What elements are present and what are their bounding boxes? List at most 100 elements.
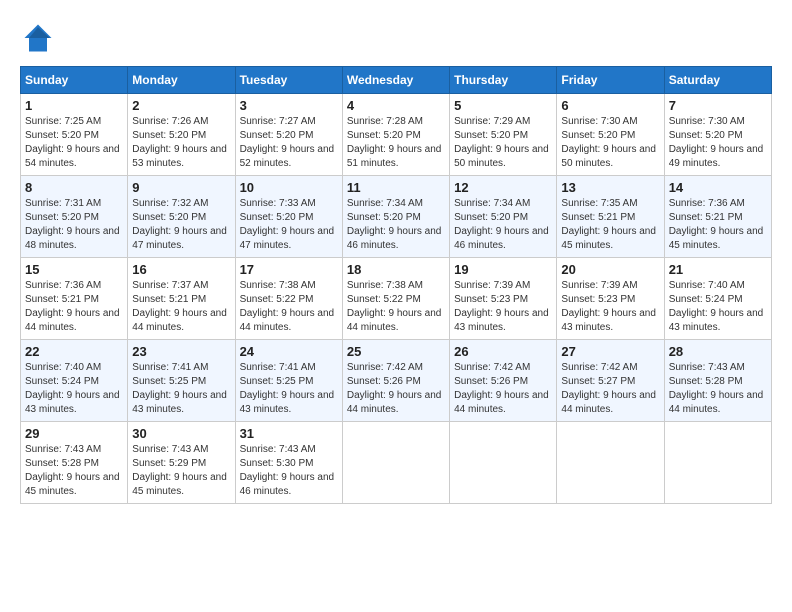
- day-info: Sunrise: 7:26 AM Sunset: 5:20 PM Dayligh…: [132, 115, 230, 171]
- calendar-body: 1 Sunrise: 7:25 AM Sunset: 5:20 PM Dayli…: [21, 94, 772, 504]
- weekday-sunday: Sunday: [21, 67, 128, 94]
- weekday-monday: Monday: [128, 67, 235, 94]
- calendar-cell: 22 Sunrise: 7:40 AM Sunset: 5:24 PM Dayl…: [21, 340, 128, 422]
- logo: [20, 20, 60, 56]
- calendar-cell: 27 Sunrise: 7:42 AM Sunset: 5:27 PM Dayl…: [557, 340, 664, 422]
- day-info: Sunrise: 7:30 AM Sunset: 5:20 PM Dayligh…: [669, 115, 767, 171]
- day-info: Sunrise: 7:34 AM Sunset: 5:20 PM Dayligh…: [454, 197, 552, 253]
- calendar-cell: 21 Sunrise: 7:40 AM Sunset: 5:24 PM Dayl…: [664, 258, 771, 340]
- day-info: Sunrise: 7:25 AM Sunset: 5:20 PM Dayligh…: [25, 115, 123, 171]
- day-info: Sunrise: 7:41 AM Sunset: 5:25 PM Dayligh…: [132, 361, 230, 417]
- calendar-cell: 30 Sunrise: 7:43 AM Sunset: 5:29 PM Dayl…: [128, 422, 235, 504]
- week-row-1: 1 Sunrise: 7:25 AM Sunset: 5:20 PM Dayli…: [21, 94, 772, 176]
- day-number: 9: [132, 180, 230, 195]
- weekday-tuesday: Tuesday: [235, 67, 342, 94]
- day-number: 29: [25, 426, 123, 441]
- calendar-cell: [450, 422, 557, 504]
- calendar-cell: 24 Sunrise: 7:41 AM Sunset: 5:25 PM Dayl…: [235, 340, 342, 422]
- day-info: Sunrise: 7:34 AM Sunset: 5:20 PM Dayligh…: [347, 197, 445, 253]
- day-info: Sunrise: 7:28 AM Sunset: 5:20 PM Dayligh…: [347, 115, 445, 171]
- day-number: 24: [240, 344, 338, 359]
- calendar-cell: 25 Sunrise: 7:42 AM Sunset: 5:26 PM Dayl…: [342, 340, 449, 422]
- weekday-friday: Friday: [557, 67, 664, 94]
- day-number: 14: [669, 180, 767, 195]
- day-info: Sunrise: 7:40 AM Sunset: 5:24 PM Dayligh…: [25, 361, 123, 417]
- calendar-cell: 9 Sunrise: 7:32 AM Sunset: 5:20 PM Dayli…: [128, 176, 235, 258]
- day-number: 19: [454, 262, 552, 277]
- calendar-cell: 17 Sunrise: 7:38 AM Sunset: 5:22 PM Dayl…: [235, 258, 342, 340]
- day-number: 1: [25, 98, 123, 113]
- day-number: 26: [454, 344, 552, 359]
- calendar-cell: 2 Sunrise: 7:26 AM Sunset: 5:20 PM Dayli…: [128, 94, 235, 176]
- day-info: Sunrise: 7:43 AM Sunset: 5:28 PM Dayligh…: [669, 361, 767, 417]
- day-number: 10: [240, 180, 338, 195]
- day-number: 25: [347, 344, 445, 359]
- day-number: 12: [454, 180, 552, 195]
- calendar-cell: 10 Sunrise: 7:33 AM Sunset: 5:20 PM Dayl…: [235, 176, 342, 258]
- day-number: 5: [454, 98, 552, 113]
- day-info: Sunrise: 7:30 AM Sunset: 5:20 PM Dayligh…: [561, 115, 659, 171]
- calendar-cell: [664, 422, 771, 504]
- calendar-cell: 15 Sunrise: 7:36 AM Sunset: 5:21 PM Dayl…: [21, 258, 128, 340]
- day-number: 3: [240, 98, 338, 113]
- week-row-2: 8 Sunrise: 7:31 AM Sunset: 5:20 PM Dayli…: [21, 176, 772, 258]
- day-info: Sunrise: 7:39 AM Sunset: 5:23 PM Dayligh…: [561, 279, 659, 335]
- day-number: 18: [347, 262, 445, 277]
- weekday-saturday: Saturday: [664, 67, 771, 94]
- weekday-wednesday: Wednesday: [342, 67, 449, 94]
- day-info: Sunrise: 7:41 AM Sunset: 5:25 PM Dayligh…: [240, 361, 338, 417]
- day-info: Sunrise: 7:36 AM Sunset: 5:21 PM Dayligh…: [669, 197, 767, 253]
- day-number: 7: [669, 98, 767, 113]
- week-row-4: 22 Sunrise: 7:40 AM Sunset: 5:24 PM Dayl…: [21, 340, 772, 422]
- day-info: Sunrise: 7:32 AM Sunset: 5:20 PM Dayligh…: [132, 197, 230, 253]
- calendar-cell: 29 Sunrise: 7:43 AM Sunset: 5:28 PM Dayl…: [21, 422, 128, 504]
- day-number: 21: [669, 262, 767, 277]
- day-info: Sunrise: 7:38 AM Sunset: 5:22 PM Dayligh…: [240, 279, 338, 335]
- day-info: Sunrise: 7:40 AM Sunset: 5:24 PM Dayligh…: [669, 279, 767, 335]
- calendar-cell: 19 Sunrise: 7:39 AM Sunset: 5:23 PM Dayl…: [450, 258, 557, 340]
- day-number: 11: [347, 180, 445, 195]
- calendar-cell: 28 Sunrise: 7:43 AM Sunset: 5:28 PM Dayl…: [664, 340, 771, 422]
- day-number: 28: [669, 344, 767, 359]
- day-info: Sunrise: 7:27 AM Sunset: 5:20 PM Dayligh…: [240, 115, 338, 171]
- header: [20, 20, 772, 56]
- day-info: Sunrise: 7:42 AM Sunset: 5:26 PM Dayligh…: [454, 361, 552, 417]
- calendar-cell: 5 Sunrise: 7:29 AM Sunset: 5:20 PM Dayli…: [450, 94, 557, 176]
- logo-icon: [20, 20, 56, 56]
- day-info: Sunrise: 7:42 AM Sunset: 5:27 PM Dayligh…: [561, 361, 659, 417]
- calendar-cell: 7 Sunrise: 7:30 AM Sunset: 5:20 PM Dayli…: [664, 94, 771, 176]
- calendar-cell: 18 Sunrise: 7:38 AM Sunset: 5:22 PM Dayl…: [342, 258, 449, 340]
- day-number: 22: [25, 344, 123, 359]
- day-info: Sunrise: 7:43 AM Sunset: 5:28 PM Dayligh…: [25, 443, 123, 499]
- day-number: 23: [132, 344, 230, 359]
- day-info: Sunrise: 7:35 AM Sunset: 5:21 PM Dayligh…: [561, 197, 659, 253]
- calendar-cell: 6 Sunrise: 7:30 AM Sunset: 5:20 PM Dayli…: [557, 94, 664, 176]
- weekday-thursday: Thursday: [450, 67, 557, 94]
- calendar-cell: 26 Sunrise: 7:42 AM Sunset: 5:26 PM Dayl…: [450, 340, 557, 422]
- calendar-cell: 31 Sunrise: 7:43 AM Sunset: 5:30 PM Dayl…: [235, 422, 342, 504]
- day-info: Sunrise: 7:43 AM Sunset: 5:29 PM Dayligh…: [132, 443, 230, 499]
- calendar-cell: 4 Sunrise: 7:28 AM Sunset: 5:20 PM Dayli…: [342, 94, 449, 176]
- day-number: 4: [347, 98, 445, 113]
- day-info: Sunrise: 7:37 AM Sunset: 5:21 PM Dayligh…: [132, 279, 230, 335]
- calendar-table: SundayMondayTuesdayWednesdayThursdayFrid…: [20, 66, 772, 504]
- day-number: 15: [25, 262, 123, 277]
- calendar-cell: [557, 422, 664, 504]
- day-number: 27: [561, 344, 659, 359]
- day-info: Sunrise: 7:43 AM Sunset: 5:30 PM Dayligh…: [240, 443, 338, 499]
- day-number: 16: [132, 262, 230, 277]
- calendar-cell: 8 Sunrise: 7:31 AM Sunset: 5:20 PM Dayli…: [21, 176, 128, 258]
- day-info: Sunrise: 7:31 AM Sunset: 5:20 PM Dayligh…: [25, 197, 123, 253]
- day-info: Sunrise: 7:39 AM Sunset: 5:23 PM Dayligh…: [454, 279, 552, 335]
- week-row-5: 29 Sunrise: 7:43 AM Sunset: 5:28 PM Dayl…: [21, 422, 772, 504]
- weekday-header-row: SundayMondayTuesdayWednesdayThursdayFrid…: [21, 67, 772, 94]
- day-number: 20: [561, 262, 659, 277]
- day-info: Sunrise: 7:38 AM Sunset: 5:22 PM Dayligh…: [347, 279, 445, 335]
- day-number: 2: [132, 98, 230, 113]
- day-info: Sunrise: 7:33 AM Sunset: 5:20 PM Dayligh…: [240, 197, 338, 253]
- day-number: 6: [561, 98, 659, 113]
- calendar-cell: 3 Sunrise: 7:27 AM Sunset: 5:20 PM Dayli…: [235, 94, 342, 176]
- calendar-cell: 1 Sunrise: 7:25 AM Sunset: 5:20 PM Dayli…: [21, 94, 128, 176]
- day-number: 8: [25, 180, 123, 195]
- day-number: 13: [561, 180, 659, 195]
